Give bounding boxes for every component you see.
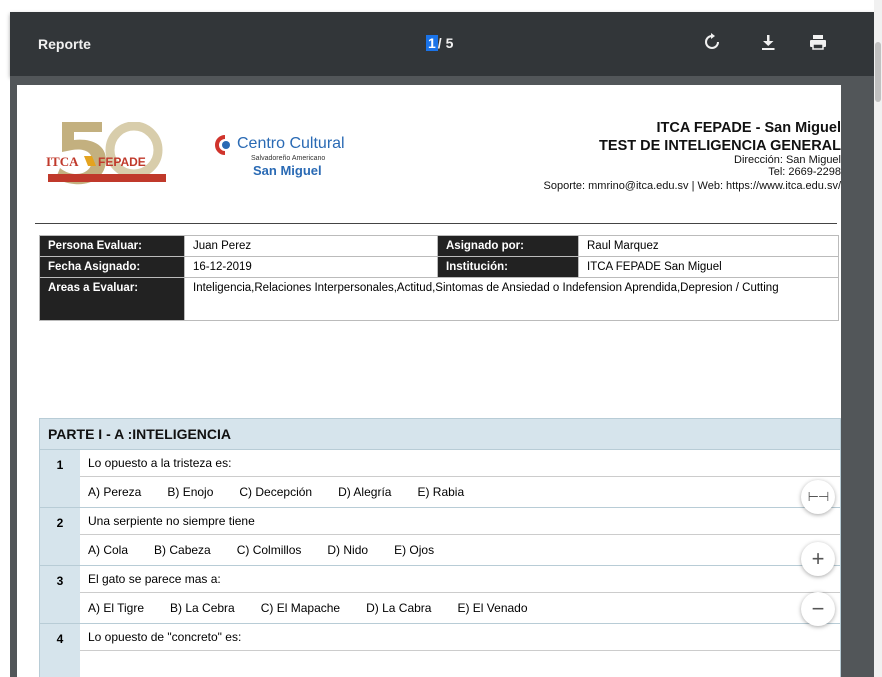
info-row: Persona Evaluar: Juan Perez Asignado por… — [39, 235, 839, 257]
pdf-viewer-window: Reporte 1/ 5 ITCA FEPADE Centro Cultural… — [0, 0, 882, 677]
zoom-in-button[interactable]: + — [801, 542, 835, 576]
option: D) Nido — [327, 543, 369, 557]
question-number: 4 — [40, 624, 80, 677]
svg-text:FEPADE: FEPADE — [98, 155, 146, 169]
question-row: 3 El gato se parece mas a: A) El Tigre B… — [40, 565, 840, 623]
option: D) Alegría — [338, 485, 392, 499]
logo-cc-line3: San Miguel — [253, 163, 322, 178]
question-row: 1 Lo opuesto a la tristeza es: A) Pereza… — [40, 449, 840, 507]
info-row: Fecha Asignado: 16-12-2019 Institución: … — [39, 256, 839, 278]
top-border — [0, 0, 874, 12]
question-text: Lo opuesto de "concreto" es: — [80, 624, 840, 651]
question-text: El gato se parece mas a: — [80, 566, 840, 593]
centro-cultural-logo: Centro Cultural Salvadoreño Americano Sa… — [207, 127, 367, 187]
question-row: 2 Una serpiente no siempre tiene A) Cola… — [40, 507, 840, 565]
scrollbar-thumb[interactable] — [875, 42, 881, 102]
fit-page-icon: ⊢⊣ — [807, 489, 830, 504]
scrollbar[interactable] — [874, 12, 882, 677]
question-number: 1 — [40, 450, 80, 507]
fecha-value: 16-12-2019 — [184, 256, 438, 278]
support-line: Soporte: mmrino@itca.edu.sv | Web: https… — [543, 180, 842, 192]
logo-cc-line2: Salvadoreño Americano — [251, 155, 326, 162]
option: E) Rabia — [417, 485, 465, 499]
rotate-icon[interactable] — [702, 32, 722, 52]
pdf-page: ITCA FEPADE Centro Cultural Salvadoreño … — [17, 85, 841, 677]
option: B) Cabeza — [154, 543, 211, 557]
option: C) Decepción — [239, 485, 313, 499]
download-icon[interactable] — [758, 32, 778, 52]
option: B) La Cebra — [170, 601, 235, 615]
areas-value: Inteligencia,Relaciones Interpersonales,… — [184, 277, 839, 321]
question-text: Lo opuesto a la tristeza es: — [80, 450, 840, 477]
option: B) Enojo — [167, 485, 214, 499]
persona-label: Persona Evaluar: — [39, 235, 185, 257]
option: C) El Mapache — [260, 601, 341, 615]
option: C) Colmillos — [236, 543, 302, 557]
question-row: 4 Lo opuesto de "concreto" es: — [40, 623, 840, 677]
document-title: Reporte — [38, 36, 91, 52]
persona-value: Juan Perez — [184, 235, 438, 257]
zoom-out-icon: − — [811, 596, 825, 621]
total-pages: / 5 — [437, 35, 454, 51]
option: D) La Cabra — [366, 601, 432, 615]
header-divider — [35, 223, 837, 224]
svg-text:ITCA: ITCA — [46, 154, 79, 169]
question-options: A) El Tigre B) La Cebra C) El Mapache D)… — [80, 593, 840, 623]
option: E) Ojos — [394, 543, 435, 557]
page-indicator: 1/ 5 — [426, 35, 453, 51]
fit-page-button[interactable]: ⊢⊣ — [801, 480, 835, 514]
pdf-toolbar: Reporte 1/ 5 — [10, 12, 874, 76]
question-number: 3 — [40, 566, 80, 623]
institucion-label: Institución: — [437, 256, 579, 278]
institucion-value: ITCA FEPADE San Miguel — [578, 256, 839, 278]
section-title: PARTE I - A :INTELIGENCIA — [40, 419, 840, 449]
phone-line: Tel: 2669-2298 — [768, 166, 841, 178]
scroll-up-arrow[interactable] — [874, 0, 882, 12]
section-inteligencia: PARTE I - A :INTELIGENCIA 1 Lo opuesto a… — [39, 418, 841, 677]
print-icon[interactable] — [808, 32, 828, 52]
zoom-in-icon: + — [811, 546, 825, 571]
question-text: Una serpiente no siempre tiene — [80, 508, 840, 535]
zoom-out-button[interactable]: − — [801, 592, 835, 626]
fecha-label: Fecha Asignado: — [39, 256, 185, 278]
info-table: Persona Evaluar: Juan Perez Asignado por… — [39, 235, 839, 321]
current-page-input[interactable]: 1 — [426, 35, 438, 51]
itca-fepade-logo: ITCA FEPADE — [44, 121, 170, 186]
logo-cc-line1: Centro Cultural — [237, 135, 345, 152]
org-name: ITCA FEPADE - San Miguel — [656, 120, 841, 136]
question-options: A) Pereza B) Enojo C) Decepción D) Alegr… — [80, 477, 840, 507]
report-header: ITCA FEPADE - San Miguel TEST DE INTELIG… — [361, 120, 842, 192]
address-line: Dirección: San Miguel — [734, 154, 841, 166]
option: A) Cola — [88, 543, 129, 557]
question-options — [80, 651, 840, 677]
option: E) El Venado — [457, 601, 528, 615]
option: A) Pereza — [88, 485, 142, 499]
asignado-value: Raul Marquez — [578, 235, 839, 257]
asignado-label: Asignado por: — [437, 235, 579, 257]
areas-label: Areas a Evaluar: — [39, 277, 185, 321]
question-options: A) Cola B) Cabeza C) Colmillos D) Nido E… — [80, 535, 840, 565]
question-number: 2 — [40, 508, 80, 565]
document-viewport[interactable]: ITCA FEPADE Centro Cultural Salvadoreño … — [10, 76, 874, 677]
option: A) El Tigre — [88, 601, 145, 615]
test-name: TEST DE INTELIGENCIA GENERAL — [599, 138, 841, 154]
info-row: Areas a Evaluar: Inteligencia,Relaciones… — [39, 277, 839, 321]
